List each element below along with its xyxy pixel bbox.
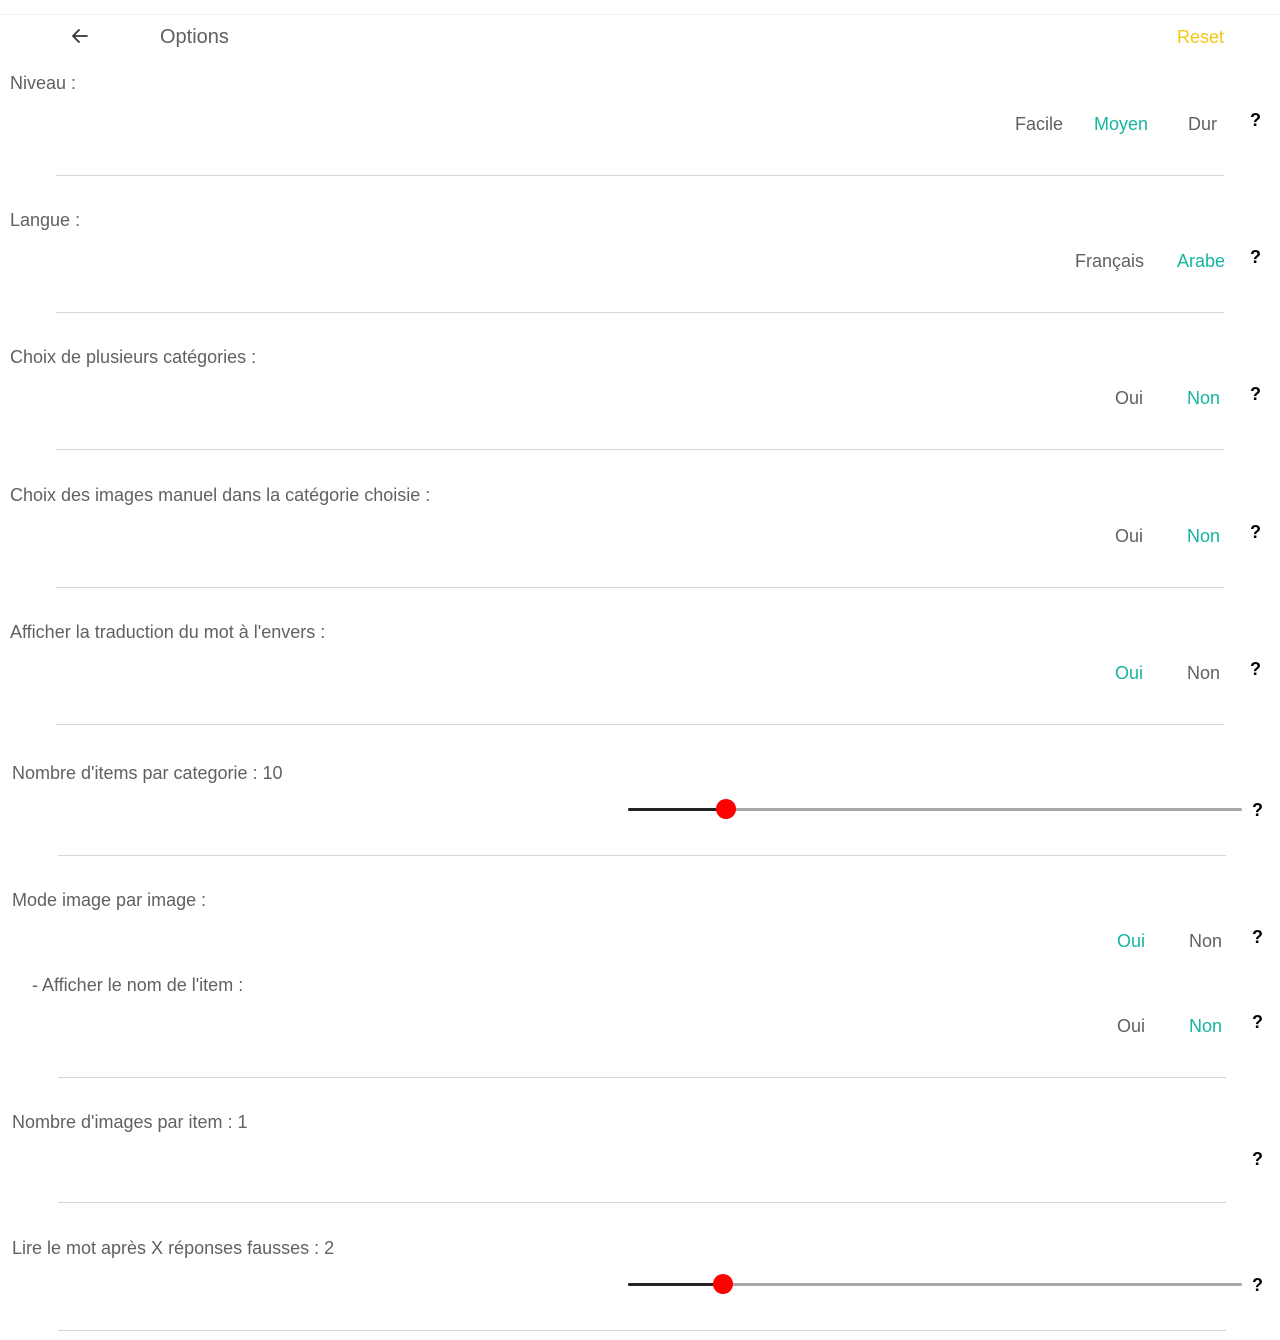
niveau-option-dur[interactable]: Dur [1188,114,1217,135]
niveau-help-button[interactable]: ? [1250,110,1261,131]
categories-label: Choix de plusieurs catégories : [10,347,257,367]
niveau-label: Niveau : [10,73,77,93]
divider [56,587,1224,588]
langue-option-francais[interactable]: Français [1075,251,1144,272]
images-manuel-option-non[interactable]: Non [1187,526,1220,547]
divider [58,855,1226,856]
divider [56,724,1224,725]
traduction-option-non[interactable]: Non [1187,663,1220,684]
nom-item-option-oui[interactable]: Oui [1117,1016,1145,1037]
arrow-left-icon [72,29,88,43]
mode-image-option-non[interactable]: Non [1189,931,1222,952]
slider-thumb[interactable] [716,799,737,819]
langue-label: Langue : [10,210,81,230]
nom-item-option-non[interactable]: Non [1189,1016,1222,1037]
categories-option-oui[interactable]: Oui [1115,388,1143,409]
niveau-option-moyen[interactable]: Moyen [1094,114,1148,135]
images-manuel-help-button[interactable]: ? [1250,522,1261,543]
niveau-option-facile[interactable]: Facile [1015,114,1063,135]
lire-mot-help-button[interactable]: ? [1252,1275,1263,1296]
images-par-item-label: Nombre d'images par item : 1 [12,1112,248,1132]
traduction-help-button[interactable]: ? [1250,659,1261,680]
slider-fill [628,1283,724,1286]
reset-button[interactable]: Reset [1177,27,1224,48]
images-manuel-label: Choix des images manuel dans la catégori… [10,485,431,505]
langue-help-button[interactable]: ? [1250,247,1261,268]
divider [56,312,1224,313]
back-button[interactable] [66,22,94,50]
lire-mot-label: Lire le mot après X réponses fausses : 2 [12,1238,335,1258]
categories-option-non[interactable]: Non [1187,388,1220,409]
mode-image-label: Mode image par image : [12,890,207,910]
traduction-option-oui[interactable]: Oui [1115,663,1143,684]
top-edge [0,0,1280,15]
mode-image-help-button[interactable]: ? [1252,927,1263,948]
divider [58,1077,1226,1078]
divider [56,449,1224,450]
divider [56,175,1224,176]
page-title: Options [160,26,229,48]
items-par-categorie-label: Nombre d'items par categorie : 10 [12,763,283,783]
mode-image-option-oui[interactable]: Oui [1117,931,1145,952]
divider [58,1330,1226,1331]
divider [58,1202,1226,1203]
images-par-item-help-button[interactable]: ? [1252,1149,1263,1170]
nom-item-label: - Afficher le nom de l'item : [32,975,244,995]
categories-help-button[interactable]: ? [1250,384,1261,405]
items-par-categorie-help-button[interactable]: ? [1252,800,1263,821]
images-manuel-option-oui[interactable]: Oui [1115,526,1143,547]
traduction-label: Afficher la traduction du mot à l'envers… [10,622,326,642]
items-par-categorie-slider[interactable] [628,799,1242,819]
langue-option-arabe[interactable]: Arabe [1177,251,1225,272]
slider-thumb[interactable] [713,1274,734,1294]
slider-fill [628,808,727,811]
lire-mot-slider[interactable] [628,1274,1242,1294]
nom-item-help-button[interactable]: ? [1252,1012,1263,1033]
